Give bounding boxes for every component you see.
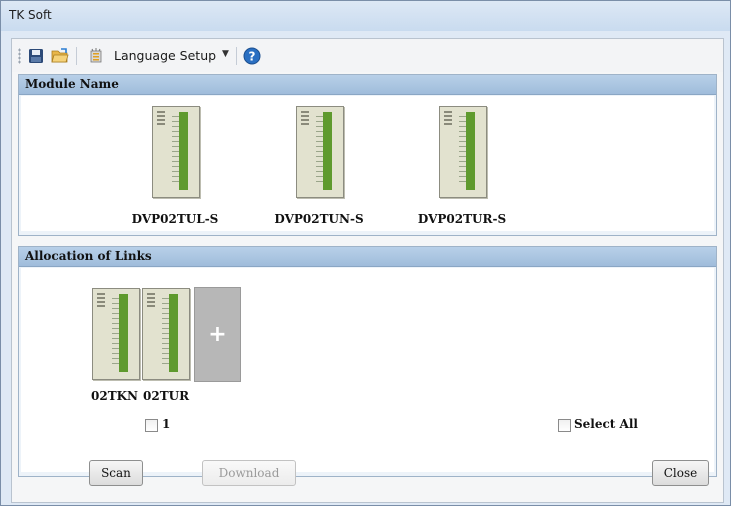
select-all-label: Select All <box>574 417 638 431</box>
module-name-title: Module Name <box>25 77 119 91</box>
module-name-panel: Module Name DVP02TUL-S DVP02TUN-S DVP02T <box>18 74 717 236</box>
link-label: 02TUR <box>143 389 190 403</box>
toolbar-grip[interactable] <box>18 48 21 64</box>
link-module-02tur[interactable] <box>142 288 190 380</box>
title-bar[interactable]: TK Soft <box>1 1 730 31</box>
group-1-checkbox[interactable] <box>145 419 158 432</box>
open-folder-icon[interactable] <box>50 46 70 66</box>
language-setup-button[interactable]: Language Setup <box>114 48 216 63</box>
toolbar-separator <box>236 47 237 65</box>
module-name-panel-header: Module Name <box>19 75 716 95</box>
window-title: TK Soft <box>9 8 52 22</box>
language-setup-icon[interactable] <box>86 46 106 66</box>
group-1-label: 1 <box>162 417 171 431</box>
scan-button[interactable]: Scan <box>89 460 143 486</box>
module-label: DVP02TUL-S <box>131 212 219 226</box>
close-button[interactable]: Close <box>652 460 709 486</box>
module-label: DVP02TUN-S <box>274 212 364 226</box>
allocation-title: Allocation of Links <box>25 249 152 263</box>
add-link-slot[interactable]: + <box>194 287 241 382</box>
allocation-panel-header: Allocation of Links <box>19 247 716 267</box>
toolbar: Language Setup ▼ ? <box>12 39 723 72</box>
module-name-panel-body: DVP02TUL-S DVP02TUN-S DVP02TUR-S <box>21 96 714 231</box>
svg-text:?: ? <box>249 50 256 64</box>
allocation-panel-body: + 02TKN 02TUR 1 Select All <box>21 268 714 472</box>
toolbar-separator <box>76 47 77 65</box>
save-icon[interactable] <box>26 46 46 66</box>
link-label: 02TKN <box>91 389 139 403</box>
download-button[interactable]: Download <box>202 460 296 486</box>
allocation-of-links-panel: Allocation of Links + 02TKN 02TUR 1 Sele… <box>18 246 717 477</box>
link-module-02tkn[interactable] <box>92 288 140 380</box>
module-label: DVP02TUR-S <box>417 212 507 226</box>
select-all-checkbox[interactable] <box>558 419 571 432</box>
language-dropdown-icon[interactable]: ▼ <box>222 49 229 59</box>
app-window: TK Soft Language Setup ▼ ? Module Name D… <box>0 0 731 506</box>
help-icon[interactable]: ? <box>242 46 262 66</box>
add-icon: + <box>208 322 227 347</box>
module-dvp02tur-s[interactable] <box>439 106 487 198</box>
client-area: Language Setup ▼ ? Module Name DVP02TUL-… <box>11 38 724 503</box>
module-dvp02tun-s[interactable] <box>296 106 344 198</box>
module-dvp02tul-s[interactable] <box>152 106 200 198</box>
